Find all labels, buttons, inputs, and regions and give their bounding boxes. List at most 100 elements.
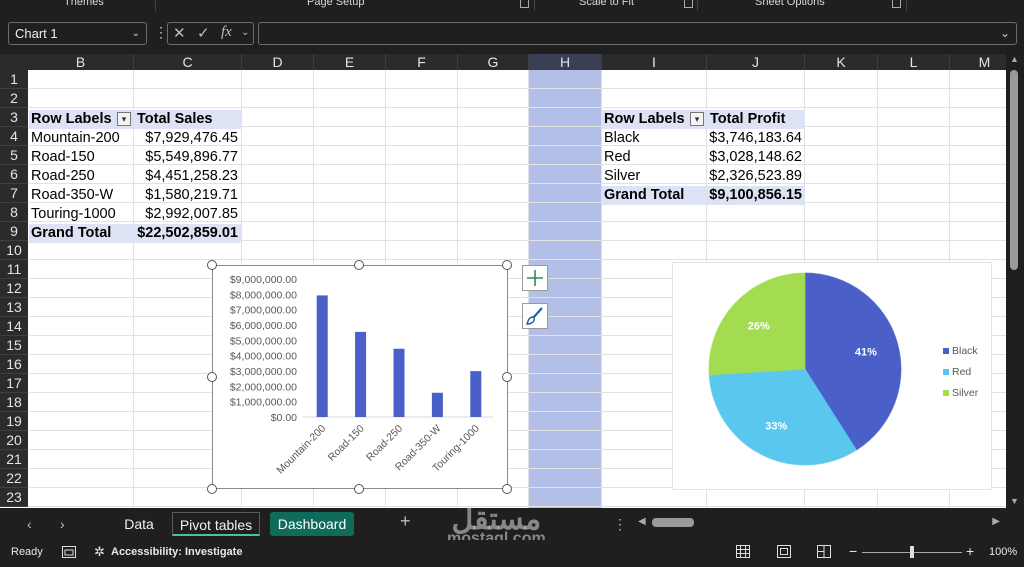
filter-dropdown-icon[interactable]: ▾ xyxy=(117,112,131,126)
ribbon-collapse-icon[interactable]: ⌃ xyxy=(992,0,1003,10)
column-header-e[interactable]: E xyxy=(314,54,386,70)
pivot-row-value[interactable]: $4,451,258.23 xyxy=(134,167,241,186)
worksheet-grid[interactable]: BCDEFGHIJKLM 1 2 3 4 5 6 7 8 9 10 11 12 13 14 15 16 17 18… xyxy=(0,54,1006,508)
page-break-view-icon[interactable] xyxy=(817,545,831,558)
more-options-icon[interactable]: ⋮ xyxy=(154,23,168,41)
chevron-down-icon[interactable]: ⌄ xyxy=(132,28,140,39)
row-header-11[interactable]: 11 xyxy=(0,260,28,279)
row-header-22[interactable]: 22 xyxy=(0,469,28,488)
resize-handle[interactable] xyxy=(207,372,217,382)
row-header-6[interactable]: 6 xyxy=(0,165,28,184)
pivot-profit-header-value[interactable]: Total Profit xyxy=(707,110,805,129)
row-header-3[interactable]: 3 xyxy=(0,108,28,127)
scroll-up-icon[interactable]: ▲ xyxy=(1010,54,1019,64)
bar-mountain-200[interactable] xyxy=(316,295,328,417)
pivot-row-value[interactable]: $5,549,896.77 xyxy=(134,148,241,167)
row-header-13[interactable]: 13 xyxy=(0,298,28,317)
vertical-scroll-thumb[interactable] xyxy=(1010,70,1018,270)
pivot-row-value[interactable]: $2,326,523.89 xyxy=(707,167,805,186)
bar-road-250[interactable] xyxy=(393,348,405,417)
zoom-level[interactable]: 100% xyxy=(989,546,1017,558)
row-header-10[interactable]: 10 xyxy=(0,241,28,260)
row-header-21[interactable]: 21 xyxy=(0,450,28,469)
insert-function-icon[interactable]: fx xyxy=(221,24,232,41)
column-header-g[interactable]: G xyxy=(458,54,529,70)
column-header-m[interactable]: M xyxy=(950,54,1006,70)
pivot-row-value[interactable]: $1,580,219.71 xyxy=(134,186,241,205)
pivot-row-label[interactable]: Red xyxy=(602,148,707,167)
resize-handle[interactable] xyxy=(207,260,217,270)
pivot-row-value[interactable]: $3,746,183.64 xyxy=(707,129,805,148)
bar-road-350-w[interactable] xyxy=(431,392,443,417)
row-header-16[interactable]: 16 xyxy=(0,355,28,374)
scroll-down-icon[interactable]: ▼ xyxy=(1010,496,1019,506)
zoom-in-icon[interactable]: + xyxy=(966,543,974,559)
scroll-left-icon[interactable]: ◀ xyxy=(638,516,646,527)
column-header-h[interactable]: H xyxy=(529,54,602,70)
name-box[interactable]: Chart 1 ⌄ xyxy=(8,22,147,45)
pivot-row-label[interactable]: Black xyxy=(602,129,707,148)
row-header-9[interactable]: 9 xyxy=(0,222,28,241)
formula-input[interactable]: ⌄ xyxy=(258,22,1017,45)
column-header-d[interactable]: D xyxy=(242,54,314,70)
chart-elements-button[interactable] xyxy=(522,265,548,291)
resize-handle[interactable] xyxy=(502,372,512,382)
pivot-profit-total-value[interactable]: $9,100,856.15 xyxy=(707,186,805,205)
column-header-b[interactable]: B xyxy=(28,54,134,70)
row-header-4[interactable]: 4 xyxy=(0,127,28,146)
enter-icon[interactable]: ✓ xyxy=(197,24,210,42)
select-all-corner[interactable] xyxy=(0,54,28,70)
pivot-row-value[interactable]: $7,929,476.45 xyxy=(134,129,241,148)
column-header-l[interactable]: L xyxy=(878,54,950,70)
row-header-7[interactable]: 7 xyxy=(0,184,28,203)
chevron-down-icon[interactable]: ⌄ xyxy=(241,27,249,38)
scale-to-fit-launcher-icon[interactable] xyxy=(684,0,693,8)
row-header-8[interactable]: 8 xyxy=(0,203,28,222)
sheet-options-launcher-icon[interactable] xyxy=(892,0,901,8)
page-layout-view-icon[interactable] xyxy=(777,545,791,558)
resize-handle[interactable] xyxy=(354,484,364,494)
chart-styles-button[interactable] xyxy=(522,303,548,329)
row-header-1[interactable]: 1 xyxy=(0,70,28,89)
zoom-out-icon[interactable]: − xyxy=(849,543,857,559)
row-header-17[interactable]: 17 xyxy=(0,374,28,393)
previous-sheet-icon[interactable]: ‹ xyxy=(27,516,32,532)
cancel-icon[interactable]: ✕ xyxy=(173,24,186,42)
vertical-scrollbar[interactable]: ▲ ▼ xyxy=(1006,54,1024,508)
zoom-slider-thumb[interactable] xyxy=(910,546,914,558)
pivot-sales-header-value[interactable]: Total Sales xyxy=(134,110,241,129)
column-header-k[interactable]: K xyxy=(805,54,878,70)
column-header-i[interactable]: I xyxy=(602,54,707,70)
horizontal-scrollbar[interactable]: ◀ ▶ xyxy=(636,515,1002,531)
profit-pie-chart[interactable]: 41% 33% 26% Black Red Silver xyxy=(672,262,992,490)
bar-touring-1000[interactable] xyxy=(470,371,482,417)
resize-handle[interactable] xyxy=(502,260,512,270)
row-header-5[interactable]: 5 xyxy=(0,146,28,165)
pivot-profit-total-label[interactable]: Grand Total xyxy=(602,186,707,205)
resize-handle[interactable] xyxy=(502,484,512,494)
pivot-row-label[interactable]: Touring-1000 xyxy=(29,205,134,224)
horizontal-scroll-thumb[interactable] xyxy=(652,518,694,527)
resize-handle[interactable] xyxy=(354,260,364,270)
pivot-sales-total-label[interactable]: Grand Total xyxy=(29,224,134,243)
tab-data[interactable]: Data xyxy=(116,512,162,536)
row-header-14[interactable]: 14 xyxy=(0,317,28,336)
more-options-icon[interactable]: ⋮ xyxy=(613,516,627,533)
column-header-f[interactable]: F xyxy=(386,54,458,70)
tab-pivot-tables[interactable]: Pivot tables xyxy=(172,512,260,536)
next-sheet-icon[interactable]: › xyxy=(60,516,65,532)
column-header-j[interactable]: J xyxy=(707,54,805,70)
macro-recording-icon[interactable] xyxy=(62,546,76,558)
pivot-row-label[interactable]: Road-250 xyxy=(29,167,134,186)
scroll-right-icon[interactable]: ▶ xyxy=(992,516,1000,527)
accessibility-status[interactable]: Accessibility: Investigate xyxy=(111,546,242,558)
expand-formula-bar-icon[interactable]: ⌄ xyxy=(1000,26,1010,40)
tab-dashboard[interactable]: Dashboard xyxy=(270,512,354,536)
accessibility-icon[interactable]: ✲ xyxy=(94,544,105,560)
row-header-18[interactable]: 18 xyxy=(0,393,28,412)
resize-handle[interactable] xyxy=(207,484,217,494)
sales-bar-chart[interactable]: $0.00 $1,000,000.00 $2,000,000.00 $3,000,00… xyxy=(212,265,508,489)
row-header-2[interactable]: 2 xyxy=(0,89,28,108)
add-sheet-icon[interactable]: + xyxy=(400,511,411,532)
filter-dropdown-icon[interactable]: ▾ xyxy=(690,112,704,126)
